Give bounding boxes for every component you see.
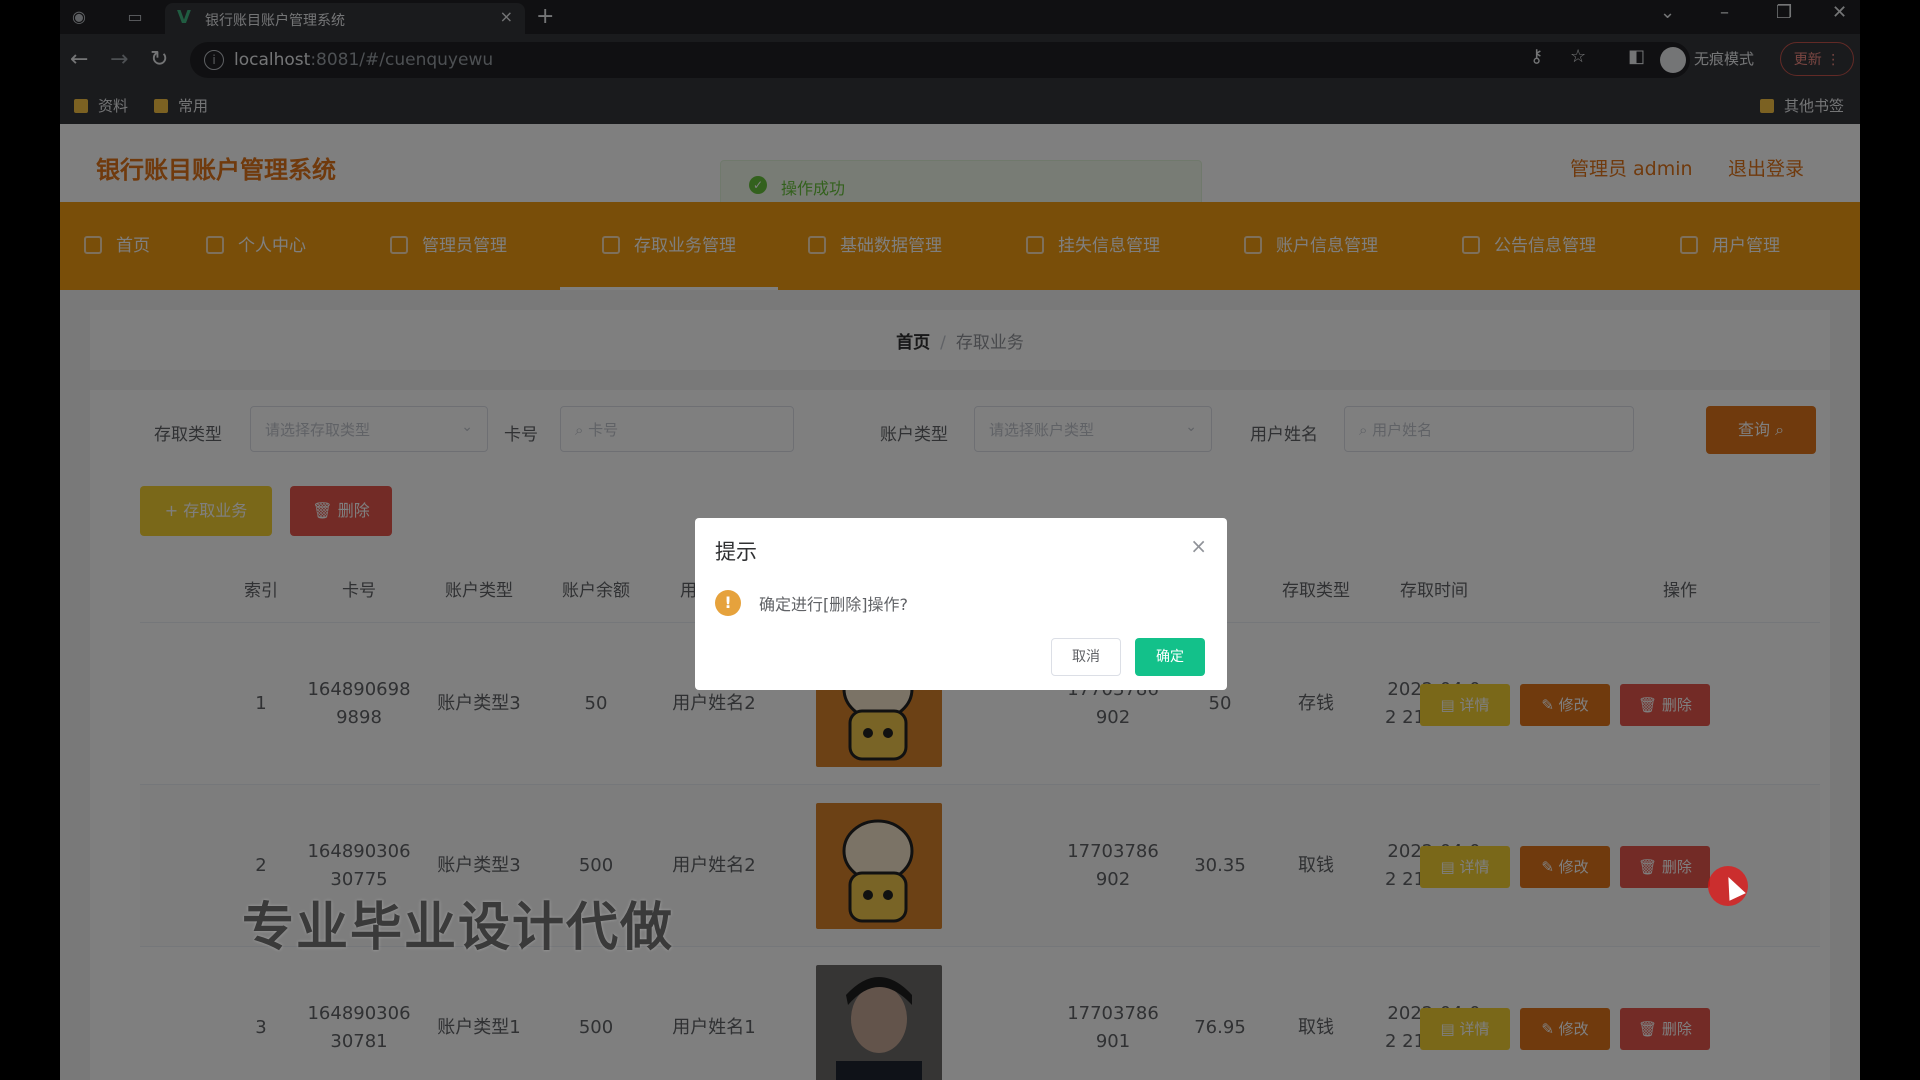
screen: ◉ ▭ V 银行账目账户管理系统 × + ⌄ – ❐ ✕ ← → ↻ i loc… [60,0,1860,1080]
dialog-message: 确定进行[删除]操作? [759,595,908,614]
dialog-close-icon[interactable]: × [1190,534,1207,558]
warning-icon: ! [715,590,741,616]
confirm-button[interactable]: 确定 [1135,638,1205,676]
confirm-dialog: 提示 × ! 确定进行[删除]操作? 取消 确定 [695,518,1227,690]
dialog-title: 提示 [715,540,757,564]
cancel-button[interactable]: 取消 [1051,638,1121,676]
watermark-text: 专业毕业设计代做 [242,898,675,958]
